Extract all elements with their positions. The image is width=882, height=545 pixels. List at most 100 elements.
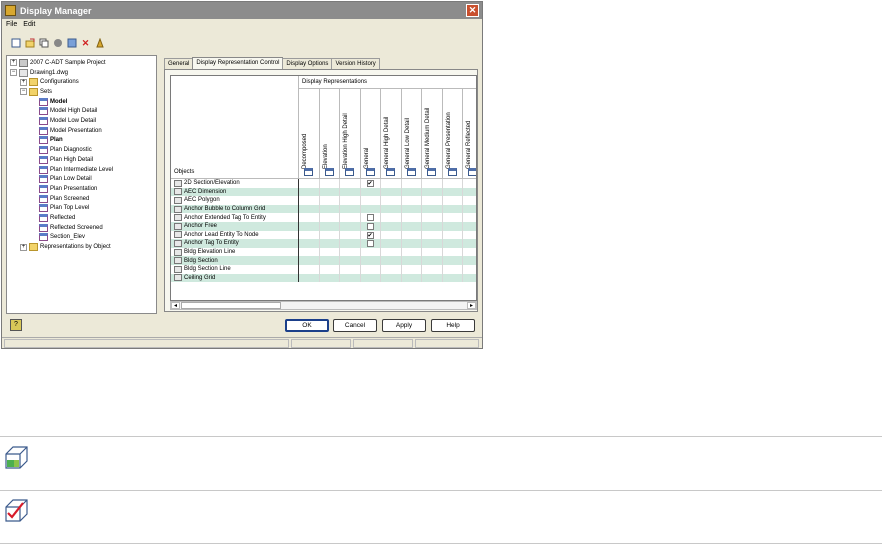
display-checkbox[interactable]: ✔ [366,180,374,187]
grid-cell[interactable] [320,213,340,222]
grid-cell[interactable] [381,273,402,283]
tree-item[interactable]: Reflected [30,213,75,223]
grid-cell[interactable] [320,239,340,248]
grid-cell[interactable] [299,222,320,231]
display-checkbox[interactable]: ✔ [366,231,374,239]
open-icon[interactable] [24,38,35,49]
column-header[interactable]: Elevation High Detail [340,89,361,179]
grid-cell[interactable] [381,222,402,231]
display-checkbox[interactable] [366,214,374,222]
grid-cell[interactable] [443,230,463,240]
grid-cell[interactable] [361,239,381,248]
close-button[interactable]: ✕ [466,4,479,17]
grid-cell[interactable] [381,204,402,214]
grid-cell[interactable] [463,239,476,248]
purge-icon[interactable] [94,38,105,49]
object-cell[interactable]: Anchor Bubble to Column Grid [171,204,299,214]
grid-cell[interactable] [402,256,422,265]
grid-cell[interactable] [402,222,422,231]
grid-cell[interactable] [320,273,340,283]
grid-cell[interactable] [463,196,476,205]
grid-cell[interactable] [402,187,422,197]
grid-cell[interactable] [361,273,381,283]
tree-item[interactable]: Plan Intermediate Level [30,165,113,175]
grid-cell[interactable] [422,213,443,222]
grid-cell[interactable] [340,204,361,214]
grid-cell[interactable] [361,213,381,222]
grid-cell[interactable] [381,187,402,197]
tree-item[interactable]: Plan Low Detail [30,174,92,184]
column-header[interactable]: General [360,89,381,179]
grid-cell[interactable] [443,247,463,257]
refresh-icon[interactable] [66,38,77,49]
title-bar[interactable]: Display Manager ✕ [2,2,482,19]
grid-cell[interactable] [463,205,476,214]
tree-item[interactable]: Model Low Detail [30,116,96,126]
collapse-icon[interactable]: − [10,69,17,77]
grid-cell[interactable]: ✔ [361,179,381,188]
grid-cell[interactable] [299,187,320,197]
tree-item[interactable]: Plan Diagnostic [30,145,92,155]
expand-icon[interactable]: + [20,243,27,251]
grid-cell[interactable] [340,213,361,222]
tree-item[interactable]: Plan Screened [30,194,89,204]
expand-icon[interactable]: + [10,59,17,67]
help-tool-icon[interactable]: ? [10,319,22,331]
object-cell[interactable]: Anchor Tag To Entity [171,239,299,248]
object-cell[interactable]: AEC Dimension [171,187,299,197]
grid-cell[interactable] [463,265,476,274]
grid-cell[interactable] [422,230,443,240]
grid-cell[interactable] [381,196,402,205]
grid-cell[interactable] [402,204,422,214]
grid-cell[interactable] [422,239,443,248]
grid-cell[interactable] [463,248,476,257]
grid-cell[interactable] [402,213,422,222]
grid-cell[interactable] [340,196,361,205]
grid-cell[interactable] [320,256,340,265]
grid-cell[interactable] [381,265,402,274]
grid-cell[interactable] [422,265,443,274]
grid-cell[interactable] [361,187,381,197]
grid-cell[interactable] [402,179,422,188]
grid-cell[interactable] [361,247,381,257]
grid-cell[interactable] [443,273,463,283]
menu-edit[interactable]: Edit [23,21,35,28]
grid-cell[interactable] [443,196,463,205]
table-row[interactable]: AEC Dimension [171,187,476,197]
grid-cell[interactable] [443,213,463,222]
grid-cell[interactable] [299,196,320,205]
tree-item[interactable]: − Drawing1.dwg [10,68,68,78]
object-cell[interactable]: 2D Section/Elevation [171,179,299,188]
delete-icon[interactable]: ✕ [80,38,91,49]
paste-icon[interactable] [52,38,63,49]
grid-cell[interactable] [463,222,476,231]
tab-display-options[interactable]: Display Options [282,58,333,69]
tree-item[interactable]: Model High Detail [30,107,97,117]
grid-cell[interactable] [361,196,381,205]
grid-cell[interactable] [381,239,402,248]
tab-display-representation-control[interactable]: Display Representation Control [192,57,284,69]
grid-cell[interactable] [299,204,320,214]
grid-cell[interactable] [340,230,361,240]
grid-cell[interactable] [443,265,463,274]
grid-cell[interactable] [361,222,381,231]
grid-cell[interactable] [463,231,476,240]
grid-cell[interactable] [299,265,320,274]
grid-cell[interactable] [320,179,340,188]
grid-cell[interactable] [381,179,402,188]
grid-cell[interactable] [463,256,476,265]
grid-cell[interactable] [299,179,320,188]
grid-cell[interactable] [443,256,463,265]
expand-icon[interactable]: + [20,78,27,86]
grid-cell[interactable] [320,247,340,257]
grid-cell[interactable] [320,265,340,274]
tree-item[interactable]: Plan Presentation [30,184,97,194]
grid-cell[interactable] [299,239,320,248]
grid-cell[interactable] [361,265,381,274]
grid-cell[interactable] [340,222,361,231]
grid-cell[interactable] [463,188,476,197]
tree-item[interactable]: Section_Elev [30,233,85,243]
object-cell[interactable]: AEC Polygon [171,196,299,205]
column-header[interactable]: General Medium Detail [422,89,443,179]
grid-cell[interactable] [422,256,443,265]
